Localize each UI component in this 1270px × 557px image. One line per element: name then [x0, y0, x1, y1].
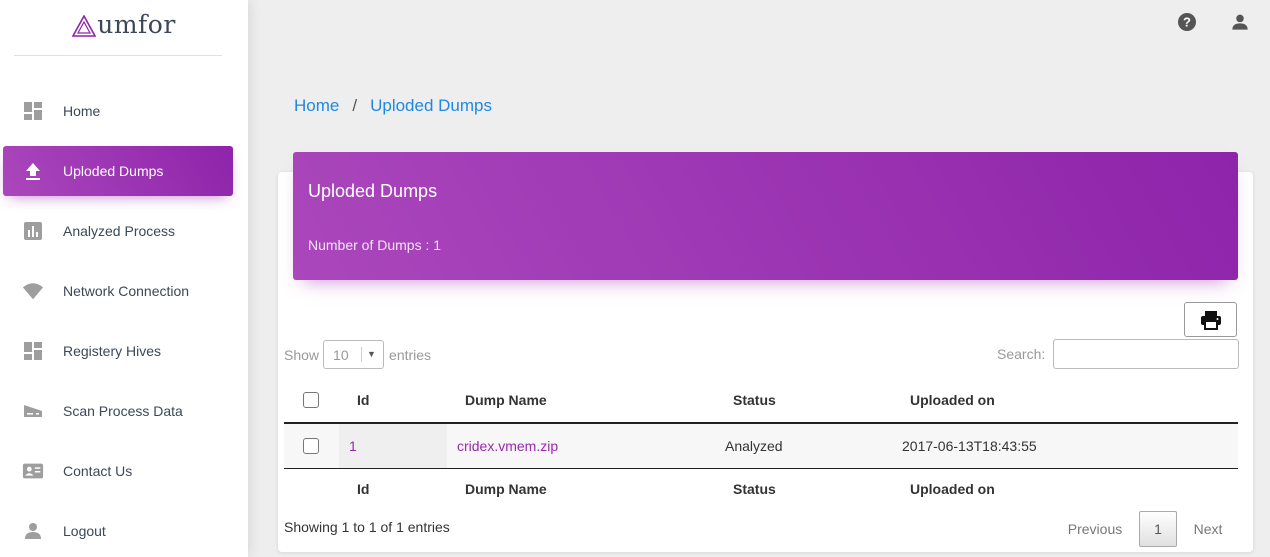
sidebar-divider	[14, 55, 222, 56]
pagination-previous[interactable]: Previous	[1058, 511, 1132, 547]
logo-text: umfor	[97, 9, 176, 39]
sidebar-item-label: Uploded Dumps	[63, 163, 164, 179]
search-control: Search:	[997, 339, 1240, 369]
wifi-icon	[22, 280, 44, 302]
dump-uploaded-on: 2017-06-13T18:43:55	[902, 438, 1037, 454]
dump-count: Number of Dumps : 1	[308, 237, 442, 253]
table-info: Showing 1 to 1 of 1 entries	[284, 519, 450, 535]
show-label: Show	[284, 346, 320, 363]
select-all-checkbox[interactable]	[303, 391, 319, 408]
print-icon	[1200, 310, 1221, 330]
column-footer-dump-name: Dump Name	[465, 480, 547, 497]
row-checkbox[interactable]	[303, 438, 319, 454]
sidebar-item-label: Analyzed Process	[63, 223, 176, 239]
contact-card-icon	[22, 460, 44, 482]
sidebar-item-label: Home	[63, 103, 101, 119]
sidebar-item-registery-hives[interactable]: Registery Hives	[3, 326, 233, 376]
table-row: 1 cridex.vmem.zip Analyzed 2017-06-13T18…	[284, 424, 1238, 468]
sidebar-item-label: Registery Hives	[63, 343, 162, 359]
pagination-next[interactable]: Next	[1184, 511, 1232, 547]
sidebar: umfor Home Uploded Dumps Analyzed Proces…	[0, 0, 248, 557]
sidebar-item-analyzed-process[interactable]: Analyzed Process	[3, 206, 233, 256]
dashboard-icon	[22, 100, 44, 122]
breadcrumb-current-link[interactable]: Uploded Dumps	[370, 96, 492, 116]
chevron-down-icon: ▼	[367, 349, 376, 359]
column-header-status[interactable]: Status	[733, 377, 776, 422]
search-input[interactable]	[1053, 339, 1240, 369]
entries-label: entries	[389, 346, 432, 363]
sidebar-item-label: Logout	[63, 523, 106, 539]
column-footer-status: Status	[733, 480, 776, 497]
column-header-dump-name[interactable]: Dump Name	[465, 377, 547, 422]
person-icon	[1232, 14, 1248, 30]
sidebar-item-label: Scan Process Data	[63, 403, 183, 419]
table-header-row: Id Dump Name Status Uploaded on	[284, 377, 1238, 424]
sidebar-item-logout[interactable]: Logout	[3, 506, 233, 556]
sidebar-item-network-connection[interactable]: Network Connection	[3, 266, 233, 316]
breadcrumb-home-link[interactable]: Home	[294, 96, 339, 116]
sidebar-item-home[interactable]: Home	[3, 86, 233, 136]
help-icon: ?	[1178, 13, 1196, 31]
row-checkbox-cell	[303, 424, 319, 468]
print-button[interactable]	[1184, 302, 1237, 337]
entries-per-page-select[interactable]: 10 ▼	[323, 340, 385, 369]
sidebar-item-uploded-dumps[interactable]: Uploded Dumps	[3, 146, 233, 196]
select-all-checkbox-cell	[303, 377, 319, 422]
person-icon	[22, 520, 44, 542]
upload-icon	[22, 160, 44, 182]
column-footer-uploaded-on: Uploaded on	[910, 480, 995, 497]
dump-status: Analyzed	[725, 438, 783, 454]
sidebar-item-contact-us[interactable]: Contact Us	[3, 446, 233, 496]
entries-per-page-value: 10	[333, 346, 349, 363]
dump-name-link[interactable]: cridex.vmem.zip	[457, 424, 558, 468]
length-control: Show 10 ▼ entries	[284, 340, 431, 369]
sidebar-item-label: Network Connection	[63, 283, 190, 299]
breadcrumb-separator: /	[352, 96, 358, 115]
card-title: Uploded Dumps	[308, 181, 438, 201]
dashboard-icon	[22, 340, 44, 362]
column-footer-id: Id	[357, 480, 370, 497]
svg-text:?: ?	[1183, 15, 1191, 30]
dump-id-link[interactable]: 1	[349, 424, 357, 468]
user-menu-button[interactable]	[1229, 11, 1251, 33]
breadcrumb: Home / Uploded Dumps	[294, 96, 492, 116]
column-header-id[interactable]: Id	[357, 377, 369, 422]
sidebar-item-label: Contact Us	[63, 463, 133, 479]
logo-triangle-icon	[72, 14, 97, 37]
table-footer-row: Id Dump Name Status Uploaded on	[284, 468, 1238, 508]
pagination-page-1[interactable]: 1	[1139, 511, 1177, 547]
sidebar-item-scan-process-data[interactable]: Scan Process Data	[3, 386, 233, 436]
help-button[interactable]: ?	[1176, 11, 1198, 33]
card-header: Uploded Dumps Number of Dumps : 1	[293, 152, 1238, 280]
logo[interactable]: umfor	[0, 0, 248, 56]
search-label: Search:	[997, 346, 1046, 362]
column-header-uploaded-on[interactable]: Uploaded on	[910, 377, 995, 422]
select-divider	[361, 347, 363, 362]
bar-chart-icon	[22, 220, 44, 242]
scanner-icon	[22, 400, 44, 422]
